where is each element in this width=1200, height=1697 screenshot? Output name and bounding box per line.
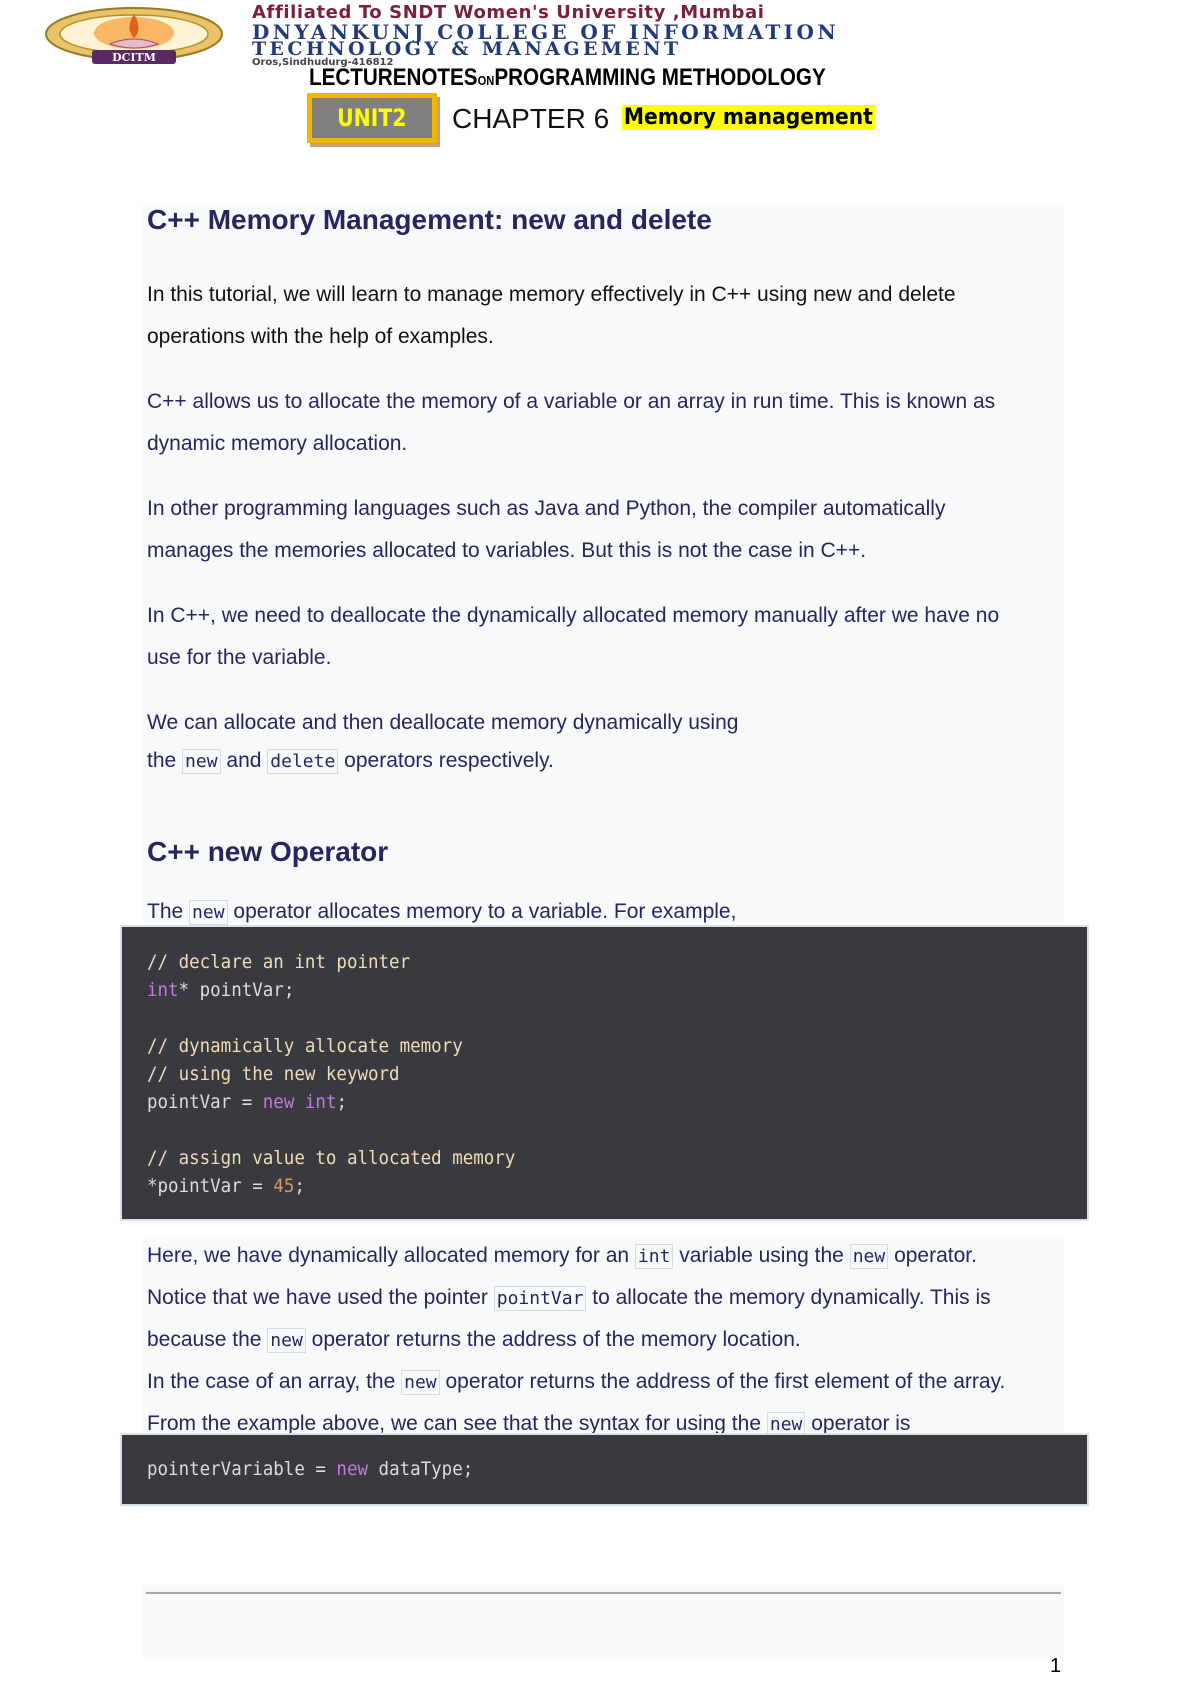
paragraph-line: the new and delete operators respectivel… [147,749,554,774]
text-run: to allocate the memory dynamically. This… [592,1286,991,1309]
code-number: 45 [273,1175,295,1197]
text-run: and [226,749,262,772]
inline-code-new: new [189,900,228,925]
code-block-example: // declare an int pointer int* pointVar;… [120,925,1089,1221]
text-run: operator returns the address of the firs… [445,1370,1006,1393]
text-run: The [147,900,184,923]
text-run: From the example above, we can see that … [147,1412,762,1435]
paragraph-line: dynamic memory allocation. [147,432,408,455]
text-run: Notice that we have used the pointer [147,1286,488,1309]
section-heading-memory-management: C++ Memory Management: new and delete [147,204,712,235]
paragraph-line: In other programming languages such as J… [147,497,946,520]
lecture-on: ON [477,73,495,88]
text-run: the [147,749,177,772]
code-text: pointerVariable = [147,1458,337,1480]
code-keyword: int [304,1091,337,1113]
paragraph-line: In C++, we need to deallocate the dynami… [147,604,1000,627]
code-text: *pointVar = [147,1175,274,1197]
text-run: operators respectively. [344,749,554,772]
text-run: operator returns the address of the memo… [311,1328,801,1351]
text-run: Here, we have dynamically allocated memo… [147,1244,630,1267]
lecture-subject: PROGRAMMING METHODOLOGY [494,64,826,91]
unit-label: UNIT2 [337,104,407,132]
inline-code-pointvar: pointVar [493,1286,587,1311]
inline-code-new: new [267,1328,306,1353]
lecture-prefix: LECTURENOTES [309,64,478,91]
content-panel [143,205,1064,923]
text-run: operator allocates memory to a variable.… [233,900,737,923]
chapter-topic-highlight: Memory management [622,105,875,130]
code-text: ; [336,1091,348,1113]
code-text: dataType; [368,1458,474,1480]
text-run: operator. [894,1244,977,1267]
paragraph-line: In the case of an array, the new operato… [147,1370,1006,1395]
inline-code-new: new [849,1244,889,1269]
chapter-label: CHAPTER 6 [452,103,610,134]
code-block-syntax: pointerVariable = new dataType; [120,1433,1089,1506]
code-line: *pointVar = 45; [147,1175,305,1197]
code-text: pointVar = [147,1091,263,1113]
paragraph-line: because the new operator returns the add… [147,1328,801,1353]
code-keyword: new [262,1091,295,1113]
dcitm-emblem-icon: DCITM [45,7,223,64]
code-text: * pointVar; [178,979,295,1001]
paragraph-line: The new operator allocates memory to a v… [147,900,737,925]
inline-code-delete: delete [267,749,339,774]
code-comment: // using the new keyword [147,1063,400,1085]
section-heading-new-operator: C++ new Operator [147,836,389,867]
text-run: operator is [811,1412,911,1435]
lecture-notes-title: LECTURENOTESONPROGRAMMING METHODOLOGY [309,64,826,92]
page-number: 1 [1050,1655,1062,1677]
footer-panel [143,1585,1064,1657]
text-run: variable using the [679,1244,844,1267]
code-line: // declare an int pointer [147,951,410,973]
college-logo: DCITM [40,6,228,66]
code-line: // assign value to allocated memory [147,1147,515,1169]
intro-line-2: operations with the help of examples. [147,325,494,348]
code-line: // using the new keyword [147,1063,400,1085]
code-comment: // dynamically allocate memory [147,1035,463,1057]
inline-code-new: new [182,749,221,774]
paragraph-line: manages the memories allocated to variab… [147,539,867,562]
paragraph-line: use for the variable. [147,646,332,669]
text-run: because the [147,1328,262,1351]
logo-label: DCITM [112,51,156,64]
inline-code-new: new [401,1370,440,1395]
text-run: In the case of an array, the [147,1370,396,1393]
footer-divider [146,1592,1061,1594]
code-line: // dynamically allocate memory [147,1035,463,1057]
code-line: pointerVariable = new dataType; [147,1458,473,1480]
inline-code-int: int [634,1244,674,1269]
paragraph-line: C++ allows us to allocate the memory of … [147,390,996,413]
paragraph-line: We can allocate and then deallocate memo… [147,711,739,734]
code-line: pointVar = new int; [147,1091,347,1113]
code-comment: // assign value to allocated memory [147,1147,516,1169]
code-keyword: int [147,979,179,1001]
paragraph-line: Notice that we have used the pointer poi… [147,1286,991,1311]
code-comment: // declare an int pointer [147,951,411,973]
paragraph-line: Here, we have dynamically allocated memo… [147,1244,977,1269]
code-line: int* pointVar; [147,979,294,1001]
unit-badge: UNIT2 [307,93,437,143]
intro-line-1: In this tutorial, we will learn to manag… [147,283,956,306]
code-keyword: new [336,1458,369,1480]
code-text: ; [294,1175,305,1197]
